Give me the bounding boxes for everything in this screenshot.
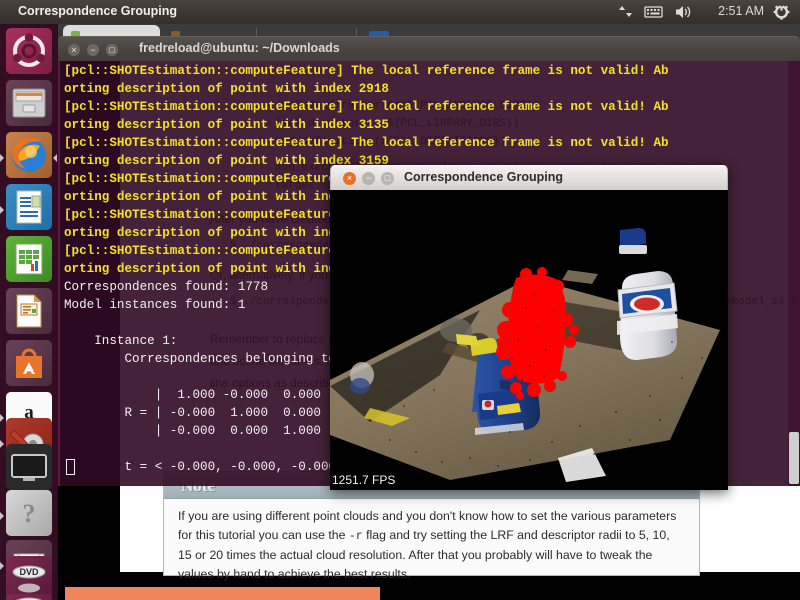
close-icon: × — [71, 45, 77, 55]
libreoffice-writer-icon — [16, 190, 42, 224]
top-panel[interactable]: Correspondence Grouping 2:51 AM — [0, 0, 800, 24]
fps-counter: 1251.7 FPS — [332, 473, 396, 487]
software-center-bag-icon — [16, 348, 42, 378]
terminal-minimize-button[interactable]: − — [87, 44, 99, 56]
viewer-maximize-button[interactable]: □ — [381, 172, 394, 185]
launcher-item-firefox[interactable] — [6, 132, 52, 178]
viewer-title: Correspondence Grouping — [404, 170, 564, 184]
monitor-icon — [11, 454, 47, 481]
launcher-running-indicator — [0, 440, 4, 448]
launcher-running-indicator — [0, 512, 4, 520]
launcher-running-indicator — [0, 206, 4, 214]
terminal-close-button[interactable]: × — [68, 44, 80, 56]
unity-launcher[interactable]: a ? DVD — [0, 24, 58, 600]
terminal-title: fredreload@ubuntu: ~/Downloads — [139, 41, 340, 55]
keyboard-icon[interactable] — [644, 3, 663, 25]
keyboard-indicator-icon — [644, 6, 663, 18]
minimize-icon: − — [365, 173, 372, 183]
minimize-icon: − — [90, 45, 96, 55]
pcl-viewer-window[interactable]: × − □ Correspondence Grouping 1251.7 FPS — [330, 165, 728, 490]
question-mark-help-icon: ? — [23, 499, 36, 528]
terminal-scrollbar[interactable] — [788, 61, 800, 486]
note-code-flag: -r — [348, 530, 363, 543]
point-cloud-canvas[interactable]: 1251.7 FPS — [330, 190, 728, 490]
launcher-running-indicator — [0, 154, 4, 162]
speaker-volume-icon — [676, 6, 691, 18]
launcher-item-files[interactable] — [6, 80, 52, 126]
launcher-item-help[interactable]: ? — [6, 490, 52, 536]
viewer-titlebar[interactable]: × − □ Correspondence Grouping — [330, 165, 728, 190]
terminal-line: orting description of point with index 2… — [64, 82, 389, 96]
terminal-line: orting description of point with index 3… — [64, 118, 389, 132]
network-icon[interactable] — [618, 3, 634, 25]
point-cloud-scene — [330, 190, 728, 490]
network-arrows-icon — [619, 6, 632, 17]
launcher-focused-indicator — [53, 154, 57, 162]
panel-window-title: Correspondence Grouping — [18, 4, 178, 18]
svg-text:DVD: DVD — [19, 567, 39, 577]
session-gear-icon[interactable] — [773, 3, 790, 25]
libreoffice-impress-icon — [16, 294, 42, 328]
terminal-line: [pcl::SHOTEstimation::computeFeature] Th… — [64, 100, 669, 114]
terminal-line: [pcl::SHOTEstimation::computeFeature] Th… — [64, 136, 669, 150]
viewer-close-button[interactable]: × — [343, 172, 356, 185]
terminal-maximize-button[interactable]: □ — [106, 44, 118, 56]
terminal-line: [pcl::SHOTEstimation::computeFeature] Th… — [64, 64, 669, 78]
svg-text:?: ? — [23, 499, 36, 528]
launcher-item-display[interactable] — [6, 444, 52, 490]
clock[interactable]: 2:51 AM — [718, 4, 764, 18]
terminal-cursor — [66, 459, 75, 475]
note-body: If you are using different point clouds … — [164, 499, 699, 584]
launcher-item-dash[interactable] — [6, 28, 52, 74]
libreoffice-calc-icon — [15, 243, 43, 275]
maximize-icon: □ — [109, 45, 115, 55]
firefox-icon — [11, 137, 46, 172]
power-gear-icon — [773, 3, 790, 20]
launcher-item-software-center[interactable] — [6, 340, 52, 386]
launcher-item-calc[interactable] — [6, 236, 52, 282]
terminal-titlebar[interactable]: × − □ fredreload@ubuntu: ~/Downloads — [58, 36, 800, 61]
page-loading-bar — [65, 587, 380, 600]
ubuntu-logo-icon — [12, 33, 46, 67]
viewer-minimize-button[interactable]: − — [362, 172, 375, 185]
terminal-scrollbar-thumb[interactable] — [789, 432, 799, 484]
launcher-item-writer[interactable] — [6, 184, 52, 230]
maximize-icon: □ — [384, 173, 391, 183]
file-cabinet-icon — [12, 88, 46, 118]
close-icon: × — [346, 173, 353, 183]
launcher-item-dvd-2[interactable]: DVD — [6, 594, 52, 600]
launcher-running-indicator — [0, 414, 4, 422]
volume-icon[interactable] — [674, 3, 693, 25]
launcher-item-impress[interactable] — [6, 288, 52, 334]
dvd-disc-icon: DVD — [15, 597, 43, 600]
launcher-running-indicator — [0, 562, 4, 570]
